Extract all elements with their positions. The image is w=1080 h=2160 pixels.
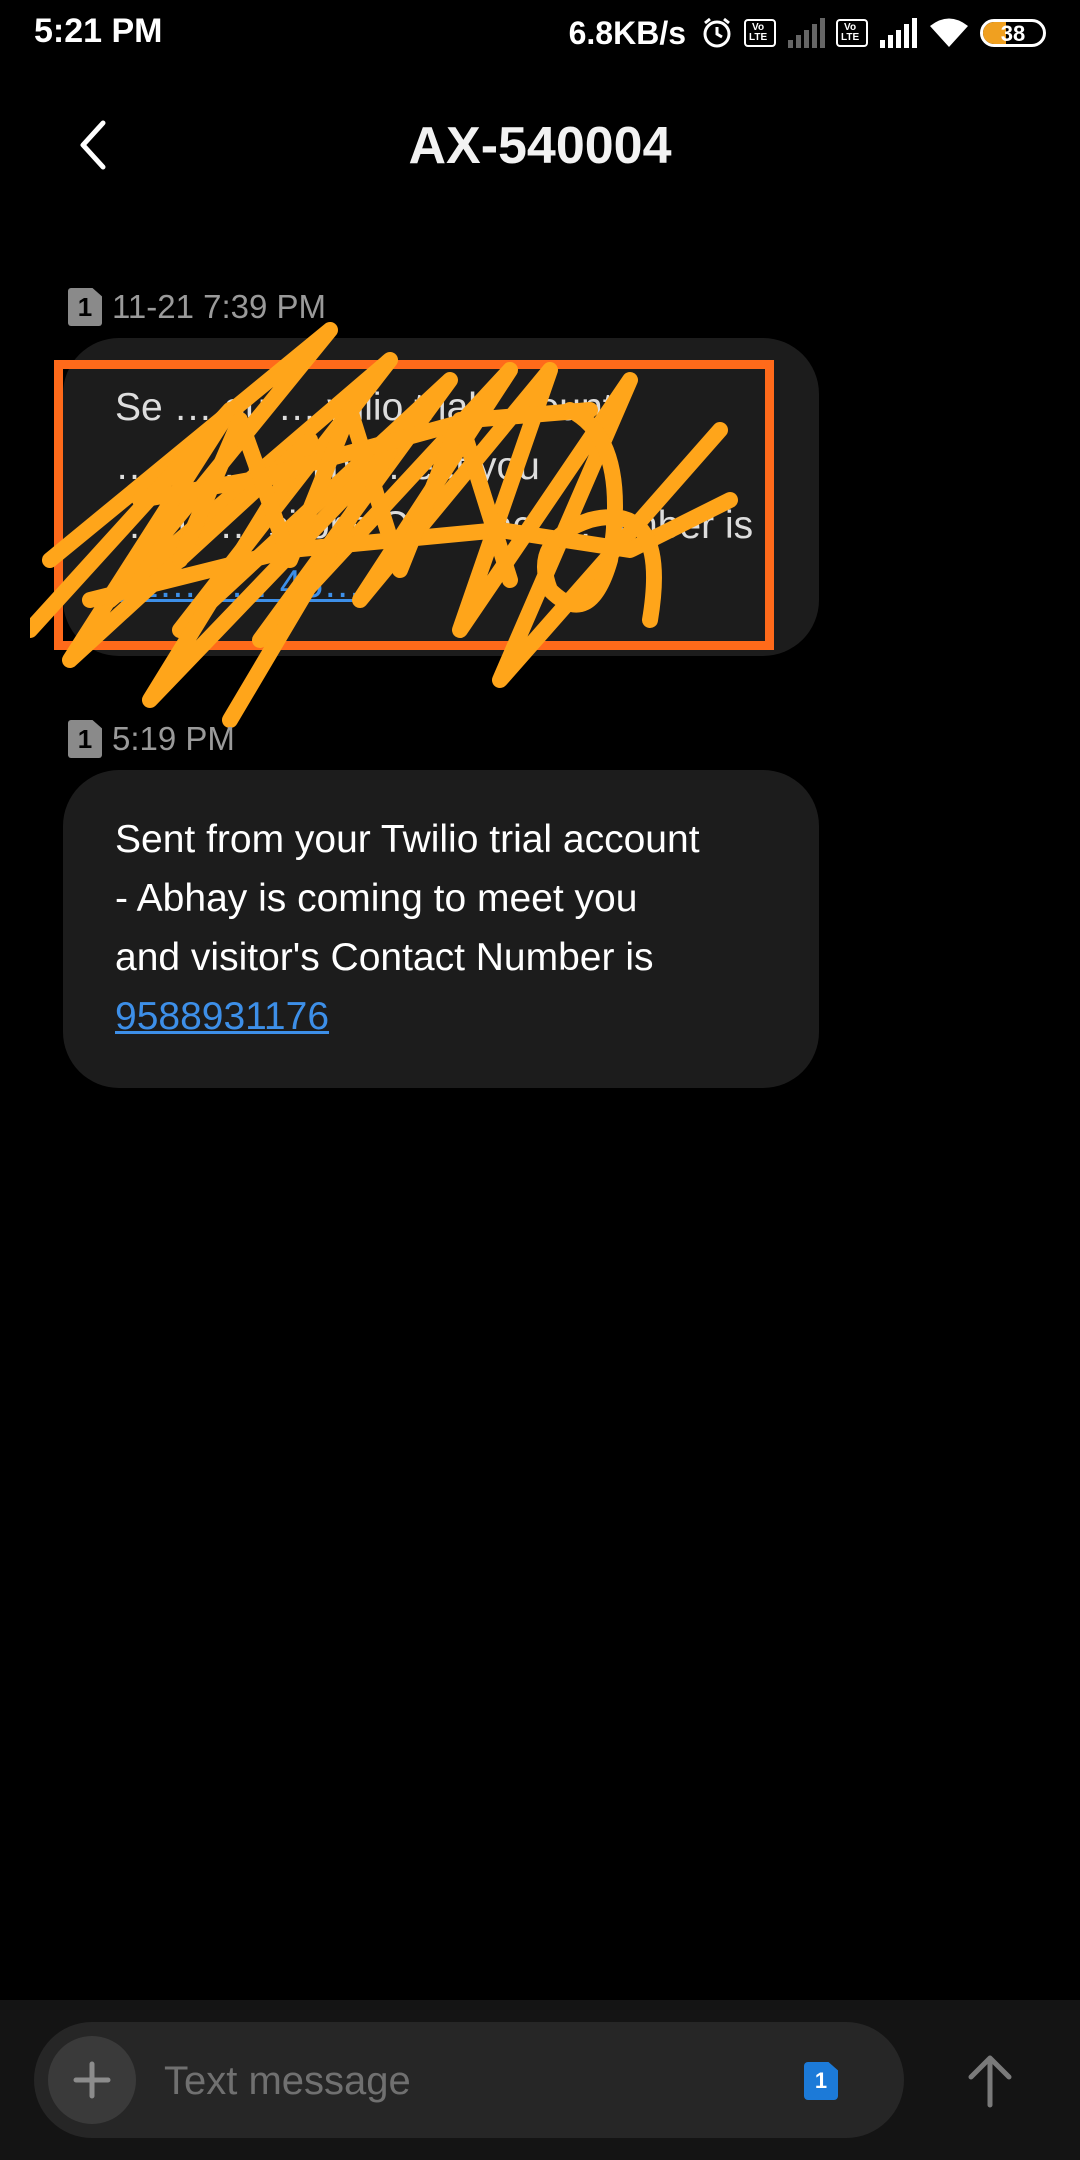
volte-icon: Vo LTE xyxy=(836,19,868,47)
composer-bar: 1 xyxy=(0,2000,1080,2160)
battery-level: 38 xyxy=(1000,21,1026,46)
redaction-overlay xyxy=(30,300,890,730)
conversation-header: AX-540004 xyxy=(0,100,1080,190)
volte-icon: Vo LTE xyxy=(744,19,776,47)
signal-icon xyxy=(878,18,918,48)
sim-badge: 1 xyxy=(68,720,102,758)
alarm-icon xyxy=(700,16,734,50)
message-text-line: Sent from your Twilio trial account xyxy=(115,818,700,861)
plus-icon xyxy=(73,2061,111,2099)
status-time: 5:21 PM xyxy=(34,12,163,50)
wifi-icon xyxy=(928,17,970,49)
message-text-line: - Abhay is coming to meet you xyxy=(115,877,638,920)
sim-selector[interactable]: 1 xyxy=(804,2062,838,2100)
composer: 1 xyxy=(34,2022,904,2140)
message-meta: 1 5:19 PM xyxy=(68,720,235,758)
battery-icon: 38 xyxy=(980,19,1046,47)
message-text-line: and visitor's Contact Number is xyxy=(115,936,654,979)
net-speed: 6.8KB/s xyxy=(568,14,686,51)
conversation-title: AX-540004 xyxy=(408,117,672,175)
message-bubble[interactable]: Sent from your Twilio trial account - Ab… xyxy=(63,770,819,1088)
status-icons: 6.8KB/s Vo LTE Vo LTE 38 xyxy=(569,10,1046,56)
redaction-scribble xyxy=(30,322,738,728)
send-button[interactable] xyxy=(950,2036,1030,2126)
phone-number-link[interactable]: 9588931176 xyxy=(115,995,329,1038)
arrow-up-icon xyxy=(968,2055,1012,2108)
message-timestamp: 5:19 PM xyxy=(112,720,235,757)
message-input[interactable] xyxy=(162,2022,766,2140)
add-attachment-button[interactable] xyxy=(48,2036,136,2124)
status-bar: 5:21 PM 6.8KB/s Vo LTE Vo LTE 38 xyxy=(0,0,1080,66)
signal-icon xyxy=(786,18,826,48)
